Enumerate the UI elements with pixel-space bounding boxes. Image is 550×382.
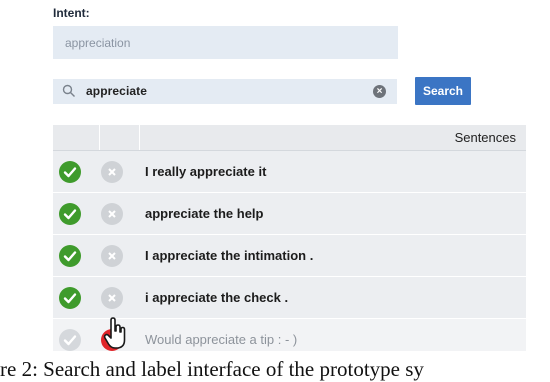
reject-x-icon[interactable] (101, 161, 123, 183)
column-header-sentences: Sentences (454, 130, 516, 145)
reject-x-icon[interactable] (101, 203, 123, 225)
sentence-text: appreciate the help (145, 206, 264, 221)
labeling-panel: Intent: appreciation appreciate × Search… (0, 0, 526, 351)
accept-check-icon[interactable] (59, 161, 81, 183)
accept-check-icon[interactable] (59, 329, 81, 351)
search-button[interactable]: Search (415, 77, 471, 105)
table-row: appreciate the help (53, 193, 526, 235)
search-icon (62, 84, 76, 103)
sentence-text: i appreciate the check . (145, 290, 289, 305)
header-reject-column (99, 125, 140, 150)
accept-check-icon[interactable] (59, 287, 81, 309)
table-row: i appreciate the check . (53, 277, 526, 319)
search-input[interactable]: appreciate × (53, 79, 397, 104)
accept-check-icon[interactable] (59, 203, 81, 225)
intent-field-value: appreciation (65, 35, 131, 50)
sentence-text: I appreciate the intimation . (145, 248, 314, 263)
reject-x-icon[interactable] (101, 287, 123, 309)
intent-label: Intent: (53, 6, 90, 20)
table-row: I appreciate the intimation . (53, 235, 526, 277)
accept-check-icon[interactable] (59, 245, 81, 267)
clear-icon[interactable]: × (373, 85, 386, 98)
header-accept-column (53, 125, 100, 150)
search-query: appreciate (86, 84, 148, 98)
reject-x-icon[interactable] (101, 245, 123, 267)
sentence-text: Would appreciate a tip : - ) (145, 332, 298, 347)
table-row: I really appreciate it (53, 151, 526, 193)
table-header: Sentences (53, 125, 526, 151)
sentence-text: I really appreciate it (145, 164, 267, 179)
figure-caption: re 2: Search and label interface of the … (0, 357, 424, 381)
intent-field[interactable]: appreciation (53, 26, 398, 59)
hand-cursor-icon (103, 317, 129, 351)
